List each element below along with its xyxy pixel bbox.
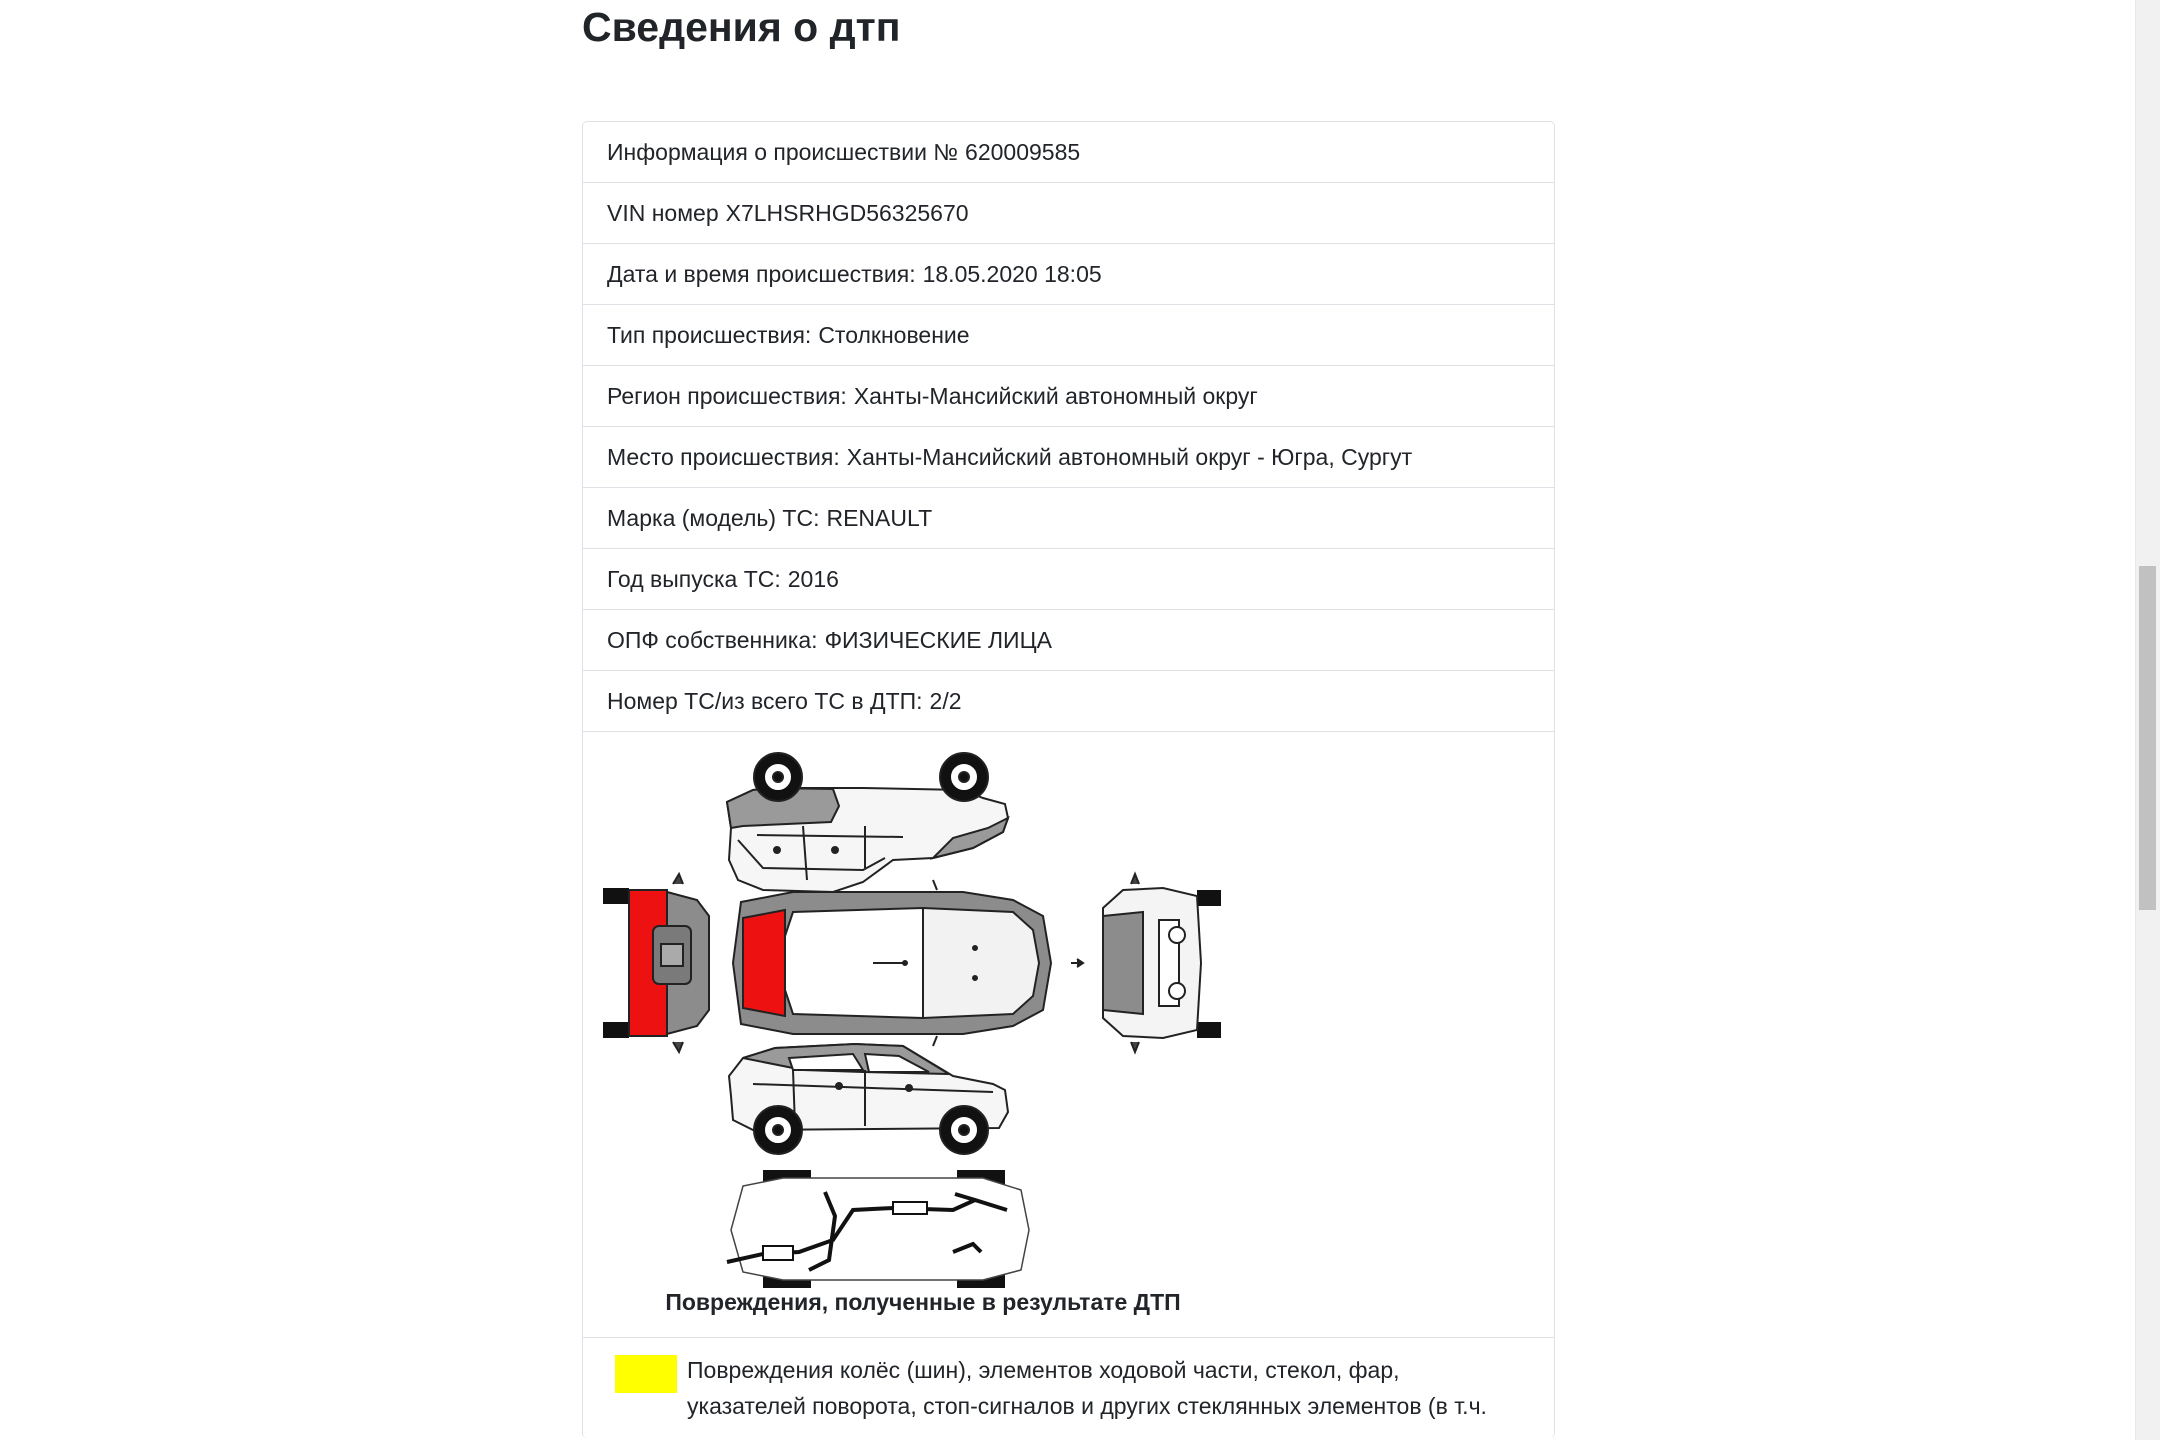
info-value: 2016 bbox=[787, 565, 839, 592]
damage-diagram: Повреждения, полученные в результате ДТП bbox=[583, 732, 1554, 1338]
info-label: Год выпуска ТС: bbox=[607, 565, 781, 592]
info-value: 620009585 bbox=[965, 138, 1081, 165]
info-label: ОПФ собственника: bbox=[607, 626, 818, 653]
info-row-owner-type: ОПФ собственника: ФИЗИЧЕСКИЕ ЛИЦА bbox=[583, 610, 1554, 671]
info-value: RENAULT bbox=[826, 504, 933, 531]
info-value: Столкновение bbox=[818, 321, 970, 348]
info-label: Номер ТС/из всего ТС в ДТП: bbox=[607, 687, 923, 714]
info-row-datetime: Дата и время происшествия: 18.05.2020 18… bbox=[583, 244, 1554, 305]
wheel-icon bbox=[939, 1105, 989, 1155]
info-row-vin: VIN номер X7LHSRHGD56325670 bbox=[583, 183, 1554, 244]
info-label: Дата и время происшествия: bbox=[607, 260, 916, 287]
info-row-region: Регион происшествия: Ханты-Мансийский ав… bbox=[583, 366, 1554, 427]
wheel-icon bbox=[753, 1105, 803, 1155]
wheel-icon bbox=[939, 752, 989, 802]
info-row-accident-type: Тип происшествия: Столкновение bbox=[583, 305, 1554, 366]
car-front-view bbox=[1071, 871, 1221, 1055]
car-rear-view bbox=[603, 871, 710, 1055]
page-scrollbar[interactable] bbox=[2135, 0, 2160, 1440]
info-value: 18.05.2020 18:05 bbox=[922, 260, 1102, 287]
info-value: Ханты-Мансийский автономный округ - Югра… bbox=[846, 443, 1413, 470]
accident-info-list: Информация о происшествии № 620009585 VI… bbox=[582, 121, 1555, 1438]
legend-text: Повреждения колёс (шин), элементов ходов… bbox=[687, 1357, 1487, 1419]
damage-diagram-caption: Повреждения, полученные в результате ДТП bbox=[665, 1289, 1181, 1315]
wheel-icon bbox=[753, 752, 803, 802]
info-label: Тип происшествия: bbox=[607, 321, 812, 348]
scrollbar-thumb[interactable] bbox=[2139, 566, 2156, 910]
info-row-vehicle-number: Номер ТС/из всего ТС в ДТП: 2/2 bbox=[583, 671, 1554, 732]
info-label: Место происшествия: bbox=[607, 443, 840, 470]
info-row-place: Место происшествия: Ханты-Мансийский авт… bbox=[583, 427, 1554, 488]
info-value: X7LHSRHGD56325670 bbox=[725, 199, 969, 226]
info-value: ФИЗИЧЕСКИЕ ЛИЦА bbox=[824, 626, 1052, 653]
car-underbody-view bbox=[726, 1170, 1030, 1288]
info-value: Ханты-Мансийский автономный округ bbox=[853, 382, 1258, 409]
damage-legend-item: Повреждения колёс (шин), элементов ходов… bbox=[583, 1338, 1554, 1438]
info-label: Регион происшествия: bbox=[607, 382, 847, 409]
page: Сведения о дтп Информация о происшествии… bbox=[0, 0, 2160, 1440]
info-row-vehicle-model: Марка (модель) ТС: RENAULT bbox=[583, 488, 1554, 549]
info-value: 2/2 bbox=[929, 687, 962, 714]
info-label: VIN номер bbox=[607, 199, 719, 226]
info-label: Информация о происшествии № bbox=[607, 138, 959, 165]
info-label: Марка (модель) ТС: bbox=[607, 504, 820, 531]
legend-color-swatch bbox=[615, 1355, 677, 1393]
car-side-view-top bbox=[725, 786, 1010, 894]
car-damage-scheme bbox=[603, 752, 1221, 1288]
car-top-view bbox=[731, 879, 1053, 1047]
info-row-accident-number: Информация о происшествии № 620009585 bbox=[583, 122, 1554, 183]
info-row-vehicle-year: Год выпуска ТС: 2016 bbox=[583, 549, 1554, 610]
page-title: Сведения о дтп bbox=[582, 4, 901, 50]
